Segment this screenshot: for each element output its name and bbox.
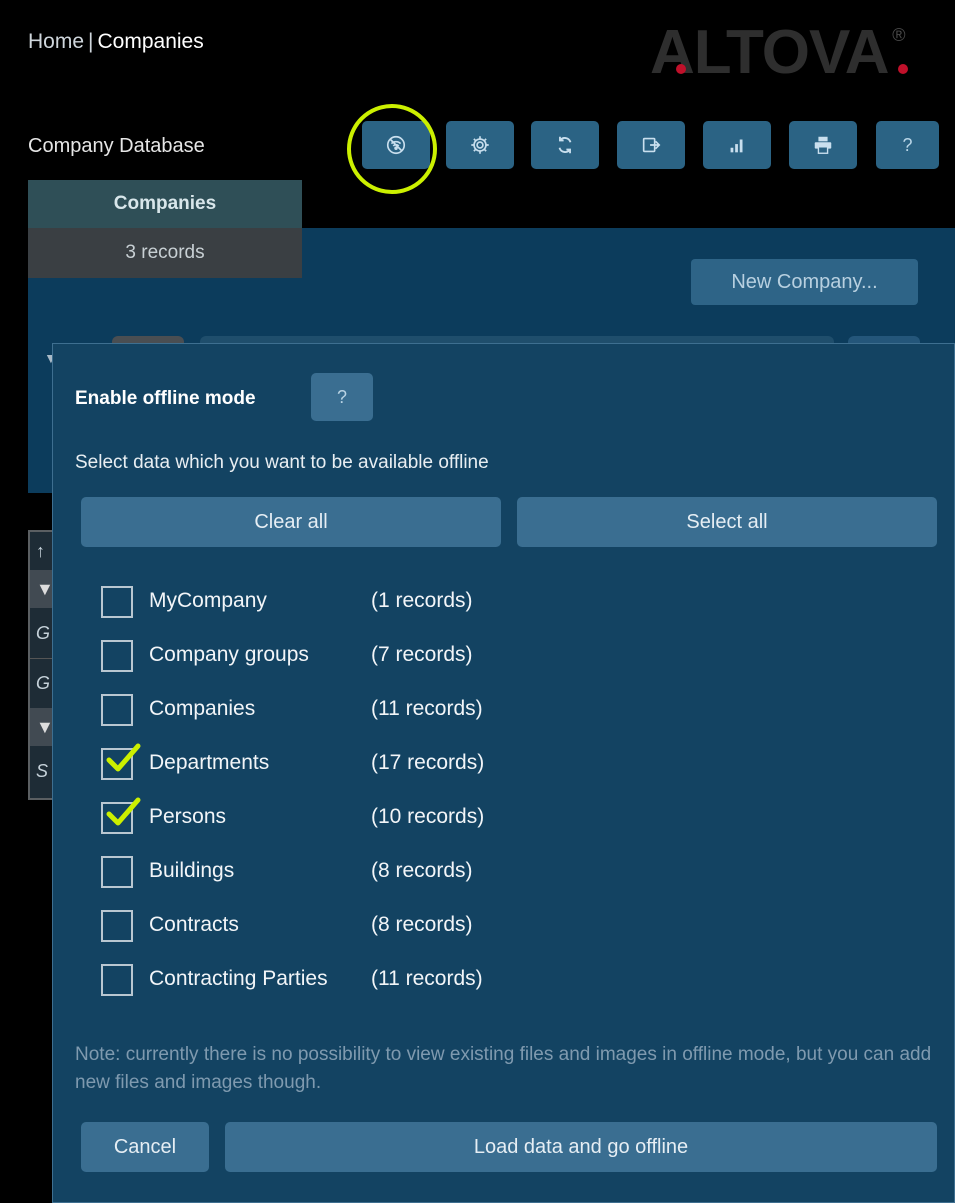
breadcrumb-separator: | [88, 30, 94, 53]
checkmark-icon [106, 743, 141, 772]
list-item[interactable]: Departments (17 records) [101, 743, 861, 780]
refresh-button[interactable] [531, 121, 599, 169]
cancel-button[interactable]: Cancel [81, 1122, 209, 1172]
item-record-count: (11 records) [371, 967, 483, 990]
item-label: Persons [149, 805, 227, 828]
altova-logo: ALTOVA ® [650, 22, 908, 84]
dialog-help-button[interactable]: ? [311, 373, 373, 421]
item-label: Company groups [149, 643, 309, 666]
group-toggle[interactable]: ▼ [30, 708, 54, 746]
item-record-count: (1 records) [371, 589, 473, 612]
export-icon [642, 137, 661, 153]
dialog-subtitle: Select data which you want to be availab… [75, 452, 489, 473]
tab-companies[interactable]: Companies [28, 180, 302, 228]
logo-registered-mark: ® [892, 25, 905, 45]
chart-icon [730, 139, 743, 153]
group-toggle[interactable]: ▼ [30, 570, 54, 608]
item-record-count: (8 records) [371, 859, 473, 882]
checkbox[interactable] [101, 586, 133, 618]
records-count: 3 records [28, 228, 302, 278]
checkbox[interactable] [101, 856, 133, 888]
logo-dot [898, 64, 908, 74]
load-data-go-offline-button[interactable]: Load data and go offline [225, 1122, 937, 1172]
item-label: Contracting Parties [149, 967, 328, 990]
chart-button[interactable] [703, 121, 771, 169]
item-record-count: (8 records) [371, 913, 473, 936]
breadcrumb-current: Companies [97, 30, 204, 53]
item-label: Companies [149, 697, 256, 720]
list-item[interactable]: Contracting Parties (11 records) [101, 964, 861, 996]
checkbox[interactable] [101, 910, 133, 942]
checkbox[interactable] [101, 694, 133, 726]
print-button[interactable] [789, 121, 857, 169]
new-company-button[interactable]: New Company... [691, 259, 918, 305]
item-label: Departments [149, 751, 270, 774]
refresh-icon [558, 136, 572, 154]
item-label: Buildings [149, 859, 235, 882]
item-record-count: (10 records) [371, 805, 485, 828]
item-record-count: (7 records) [371, 643, 473, 666]
database-title: Company Database [28, 135, 205, 157]
select-all-button[interactable]: Select all [517, 497, 937, 547]
checkbox[interactable] [101, 640, 133, 672]
item-label: MyCompany [149, 589, 267, 612]
list-item[interactable]: Companies (11 records) [101, 694, 861, 726]
list-item[interactable]: Company groups (7 records) [101, 640, 861, 672]
highlight-ring [347, 104, 437, 194]
logo-dot [676, 64, 686, 74]
item-record-count: (17 records) [371, 751, 485, 774]
help-icon: ? [336, 386, 347, 407]
print-icon [814, 136, 832, 154]
clear-all-button[interactable]: Clear all [81, 497, 501, 547]
list-item[interactable]: MyCompany (1 records) [101, 586, 861, 618]
table-row[interactable]: G [30, 608, 52, 658]
checkbox[interactable] [101, 964, 133, 996]
logo-text: ALTOVA [650, 18, 890, 87]
offline-mode-dialog: Enable offline mode ? Select data which … [52, 343, 955, 1203]
list-item[interactable]: Persons (10 records) [101, 797, 861, 834]
help-button[interactable]: ? [876, 121, 939, 169]
item-label: Contracts [149, 913, 239, 936]
list-item[interactable]: Contracts (8 records) [101, 910, 861, 942]
checkmark-icon [106, 797, 141, 826]
breadcrumb-home-link[interactable]: Home [28, 30, 84, 53]
breadcrumb: Home | Companies [28, 30, 204, 54]
table-row[interactable]: S [30, 746, 52, 796]
gear-icon [471, 136, 489, 154]
table-row[interactable]: G [30, 658, 52, 708]
dialog-title: Enable offline mode [75, 388, 256, 409]
companies-table: ↑ ▼ G G ▼ S [28, 530, 54, 800]
help-icon: ? [902, 134, 913, 155]
settings-button[interactable] [446, 121, 514, 169]
list-item[interactable]: Buildings (8 records) [101, 856, 861, 888]
export-button[interactable] [617, 121, 685, 169]
offline-note: Note: currently there is no possibility … [75, 1044, 932, 1093]
table-header[interactable]: ↑ [30, 532, 52, 570]
item-record-count: (11 records) [371, 697, 483, 720]
